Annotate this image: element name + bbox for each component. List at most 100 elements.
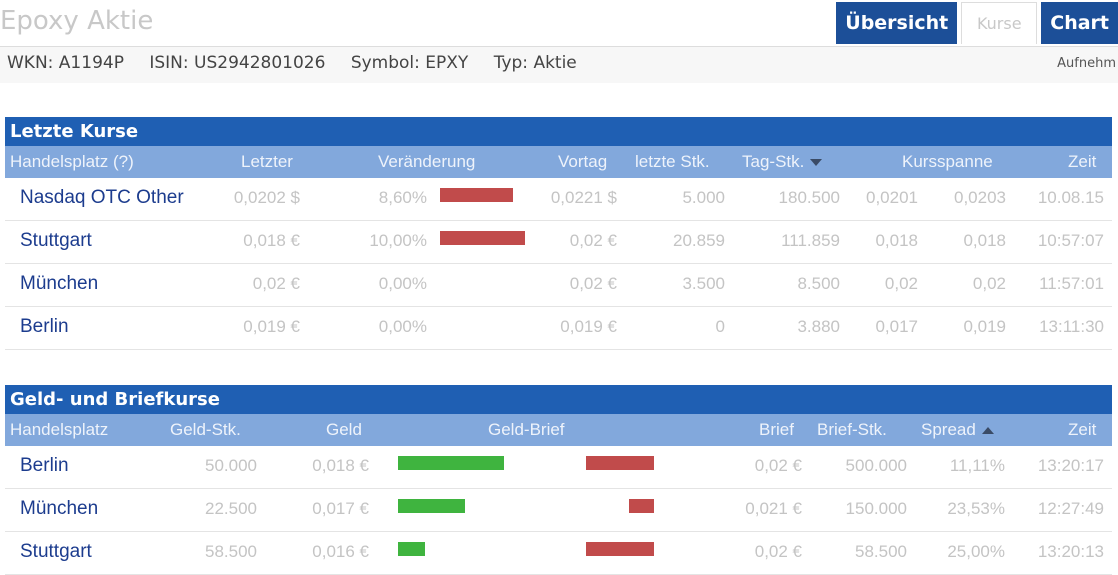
col-handelsplatz[interactable]: Handelsplatz (?)	[10, 152, 134, 172]
col-tag-stk-label: Tag-Stk.	[742, 152, 805, 171]
col-letzte-stk[interactable]: letzte Stk.	[635, 152, 710, 172]
change-percent: 10,00%	[369, 231, 427, 250]
col-zeit[interactable]: Zeit	[1068, 152, 1096, 172]
place-link[interactable]: Stuttgart	[20, 230, 92, 252]
time: 13:20:17	[1037, 456, 1104, 475]
bid-ask-title: Geld- und Briefkurse	[5, 385, 1112, 414]
bid-price: 0,017 €	[312, 499, 369, 518]
range-low: 0,0201	[866, 188, 918, 207]
last-stk: 0	[715, 317, 725, 336]
ask-price: 0,021 €	[745, 499, 802, 518]
last-price: 0,018 €	[243, 231, 300, 250]
last-stk: 3.500	[682, 274, 725, 293]
bid-bar	[398, 542, 425, 556]
ask-bar	[586, 456, 654, 470]
tab-uebersicht[interactable]: Übersicht	[836, 2, 958, 44]
col-geld[interactable]: Geld	[326, 420, 362, 440]
bid-ask-row: Berlin 50.000 0,018 € 0,02 € 500.000 11,11% 13…	[5, 446, 1112, 489]
ask-price: 0,02 €	[754, 542, 802, 561]
spread: 11,11%	[949, 456, 1005, 475]
price-row: München 0,02 € 0,00% 0,02 € 3.500 8.500 0,02 0,…	[5, 264, 1112, 307]
ask-stk: 500.000	[845, 456, 907, 475]
col-vortag[interactable]: Vortag	[558, 152, 607, 172]
isin-label: ISIN: US2942801026	[149, 53, 326, 73]
ask-stk: 150.000	[845, 499, 907, 518]
change-percent: 0,00%	[378, 274, 427, 293]
wkn-label: WKN: A1194P	[7, 53, 124, 73]
col-tag-stk[interactable]: Tag-Stk.	[742, 152, 823, 172]
bid-ask-header: Handelsplatz Geld-Stk. Geld Geld-Brief B…	[5, 414, 1112, 446]
place-link[interactable]: München	[20, 273, 98, 295]
day-stk: 180.500	[778, 188, 840, 207]
identifier-bar: WKN: A1194P ISIN: US2942801026 Symbol: E…	[0, 46, 1118, 83]
place-link[interactable]: Stuttgart	[20, 541, 92, 563]
sort-asc-icon	[981, 427, 994, 435]
last-prices-section: Letzte Kurse Handelsplatz (?) Letzter Ve…	[5, 117, 1112, 350]
time: 10:57:07	[1037, 231, 1104, 250]
time: 10.08.15	[1037, 188, 1104, 207]
time: 13:11:30	[1039, 317, 1104, 336]
day-stk: 111.859	[781, 231, 840, 250]
tab-bar: Übersicht Kurse Chart	[832, 2, 1118, 44]
last-price: 0,0202 $	[233, 188, 300, 207]
last-prices-header: Handelsplatz (?) Letzter Veränderung Vor…	[5, 146, 1112, 178]
page-title: Epoxy Aktie	[0, 6, 154, 36]
time: 11:57:01	[1039, 274, 1104, 293]
ask-bar	[629, 499, 654, 513]
time: 12:27:49	[1037, 499, 1104, 518]
change-bar	[440, 188, 513, 202]
change-bar	[440, 231, 525, 245]
place-link[interactable]: Berlin	[20, 455, 69, 477]
col-brief-stk[interactable]: Brief-Stk.	[817, 420, 887, 440]
last-prices-title: Letzte Kurse	[5, 117, 1112, 146]
change-percent: 8,60%	[378, 188, 427, 207]
symbol-label: Symbol: EPXY	[350, 53, 469, 73]
spread: 23,53%	[947, 499, 1005, 518]
col-spread[interactable]: Spread	[921, 420, 994, 440]
col-geld-stk[interactable]: Geld-Stk.	[170, 420, 241, 440]
prev-price: 0,019 €	[560, 317, 617, 336]
price-row: Berlin 0,019 € 0,00% 0,019 € 0 3.880 0,017 0,01…	[5, 307, 1112, 350]
tab-kurse[interactable]: Kurse	[961, 2, 1038, 44]
day-stk: 3.880	[797, 317, 840, 336]
spread: 25,00%	[947, 542, 1005, 561]
place-link[interactable]: München	[20, 498, 98, 520]
last-stk: 20.859	[673, 231, 725, 250]
last-price: 0,019 €	[243, 317, 300, 336]
last-price: 0,02 €	[252, 274, 300, 293]
place-link[interactable]: Nasdaq OTC Other	[20, 187, 184, 209]
place-link[interactable]: Berlin	[20, 316, 69, 338]
bid-bar	[398, 456, 504, 470]
range-low: 0,017	[875, 317, 918, 336]
add-watchlist-link[interactable]: Aufnehm	[1057, 56, 1116, 71]
bid-price: 0,018 €	[312, 456, 369, 475]
prev-price: 0,0221 $	[550, 188, 617, 207]
range-low: 0,018	[875, 231, 918, 250]
tab-chart[interactable]: Chart	[1041, 2, 1118, 44]
col-zeit[interactable]: Zeit	[1068, 420, 1096, 440]
day-stk: 8.500	[797, 274, 840, 293]
col-veraenderung[interactable]: Veränderung	[378, 152, 475, 172]
time: 13:20:13	[1037, 542, 1104, 561]
bid-stk: 50.000	[205, 456, 257, 475]
col-brief[interactable]: Brief	[759, 420, 794, 440]
col-spread-label: Spread	[921, 420, 976, 439]
range-high: 0,0203	[954, 188, 1006, 207]
bid-ask-row: Stuttgart 58.500 0,016 € 0,02 € 58.500 25,00%…	[5, 532, 1112, 575]
prev-price: 0,02 €	[569, 274, 617, 293]
price-row: Nasdaq OTC Other 0,0202 $ 8,60% 0,0221 $ 5.0…	[5, 178, 1112, 221]
bid-ask-section: Geld- und Briefkurse Handelsplatz Geld-S…	[5, 385, 1112, 575]
bid-stk: 58.500	[205, 542, 257, 561]
col-handelsplatz[interactable]: Handelsplatz	[10, 420, 108, 440]
col-letzter[interactable]: Letzter	[241, 152, 293, 172]
col-kursspanne[interactable]: Kursspanne	[902, 152, 993, 172]
change-percent: 0,00%	[378, 317, 427, 336]
range-high: 0,019	[963, 317, 1006, 336]
col-geld-brief: Geld-Brief	[488, 420, 565, 439]
sort-desc-icon	[810, 159, 823, 167]
price-row: Stuttgart 0,018 € 10,00% 0,02 € 20.859 111.85…	[5, 221, 1112, 264]
type-label: Typ: Aktie	[493, 53, 577, 73]
bid-stk: 22.500	[205, 499, 257, 518]
last-stk: 5.000	[682, 188, 725, 207]
bid-bar	[398, 499, 465, 513]
